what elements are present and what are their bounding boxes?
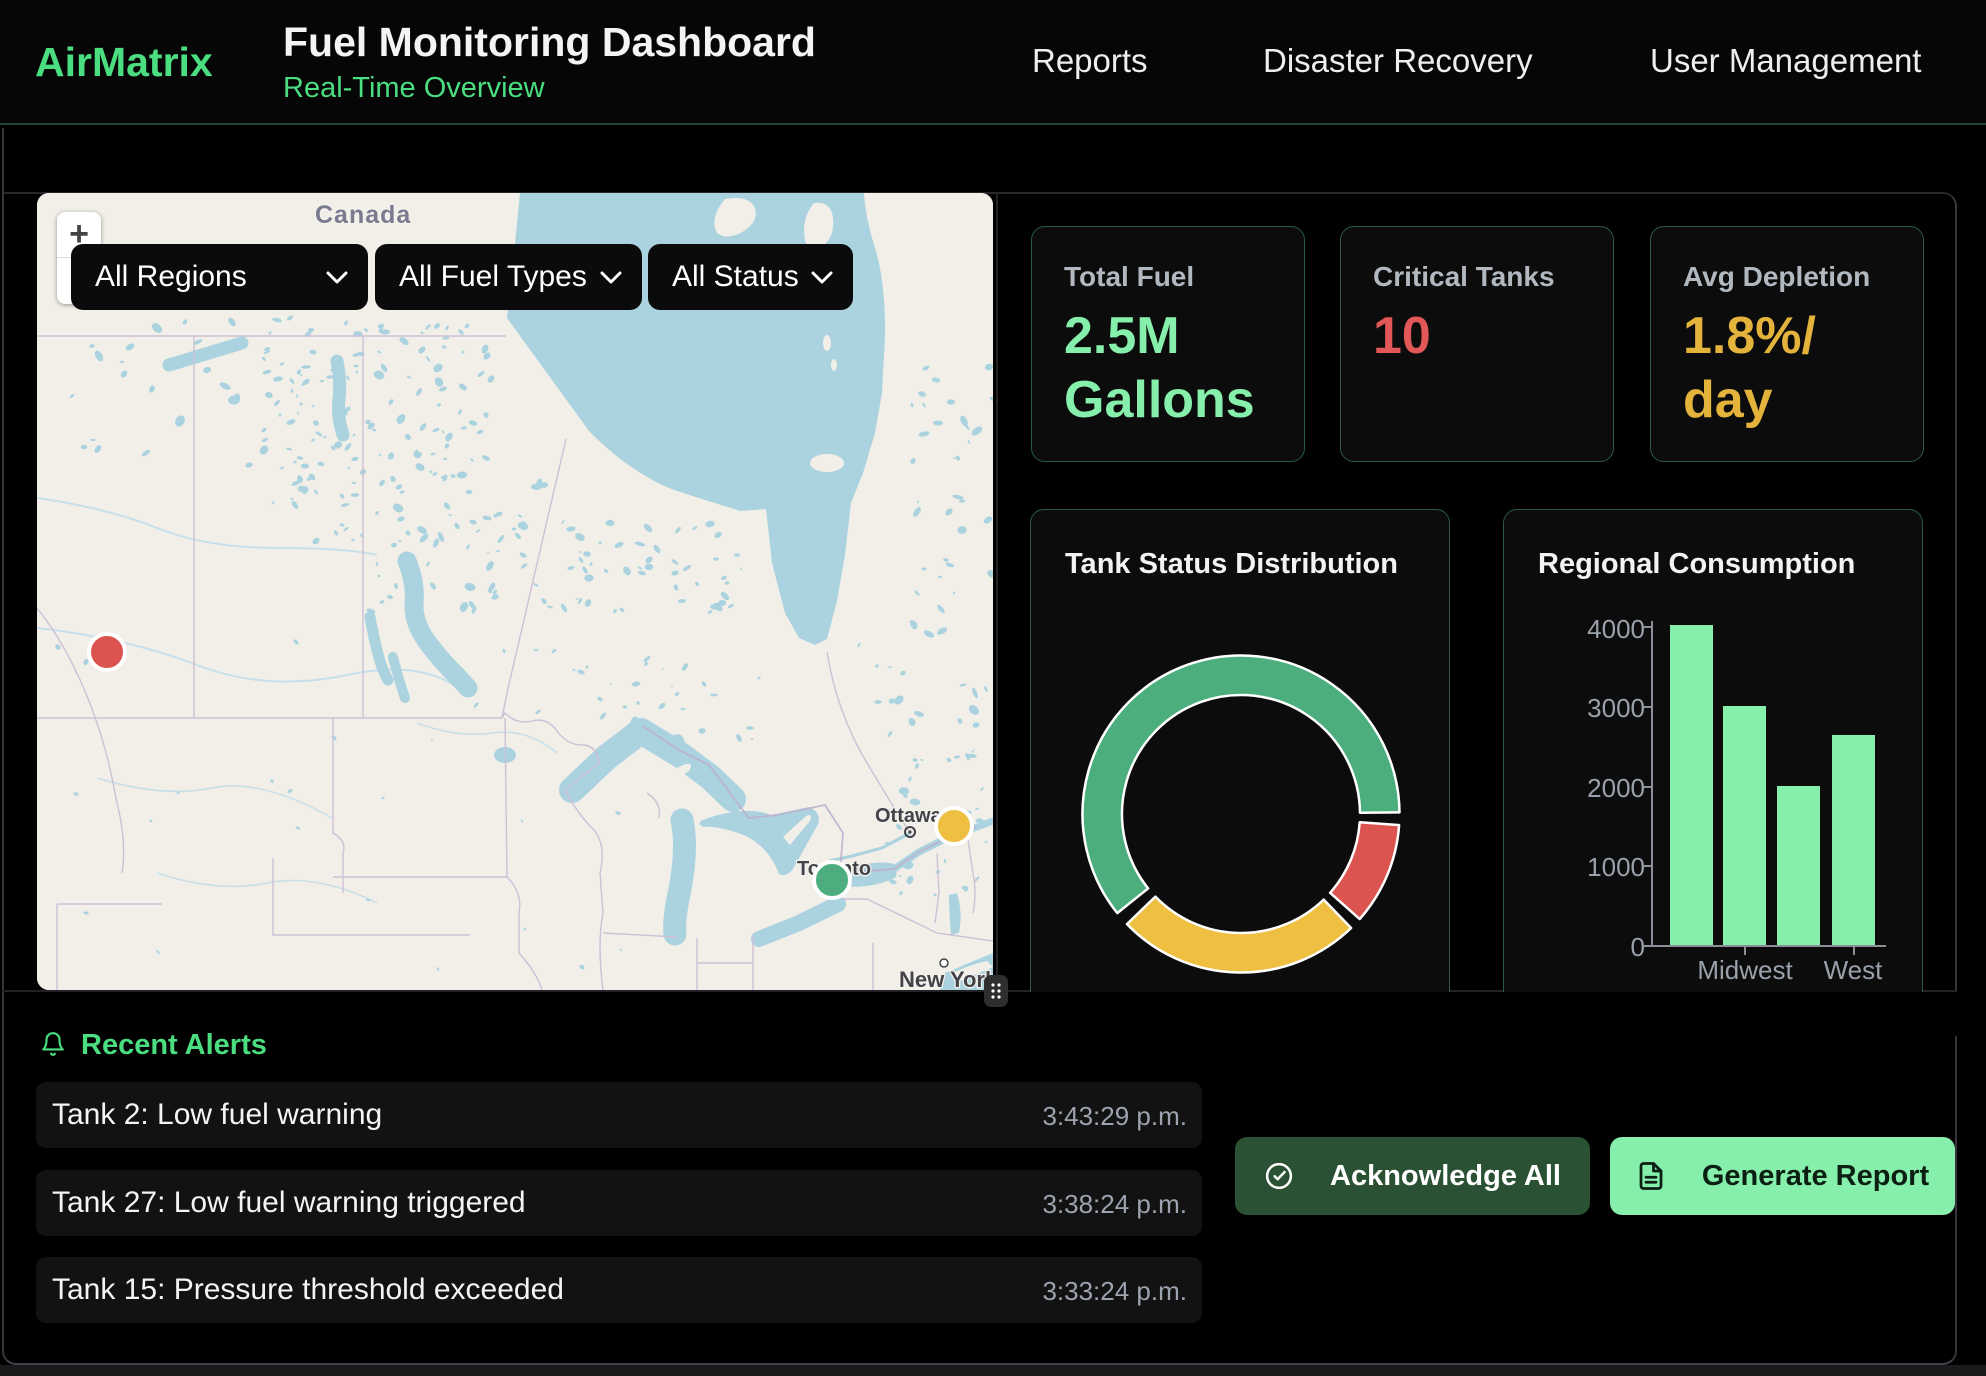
svg-text:Ottawa: Ottawa — [875, 805, 943, 827]
svg-text:New York: New York — [899, 967, 993, 990]
svg-text:Canada: Canada — [315, 201, 411, 229]
